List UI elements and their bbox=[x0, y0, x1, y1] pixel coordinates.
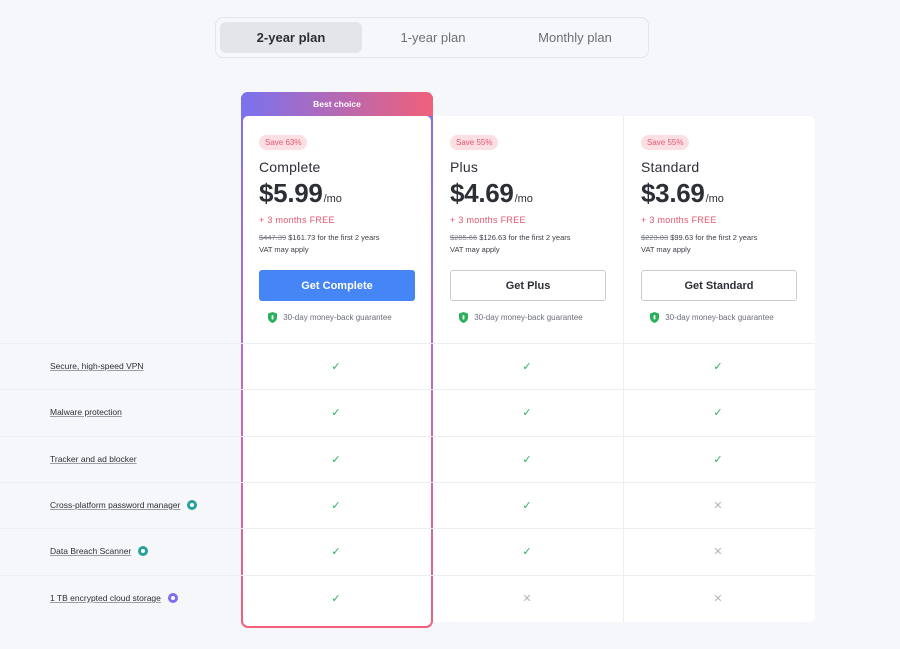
billing-text: $99.63 for the first 2 years bbox=[668, 233, 758, 242]
money-back-guarantee: 30-day money-back guarantee bbox=[247, 312, 413, 323]
vat-note: VAT may apply bbox=[641, 245, 691, 254]
check-icon: ✓ bbox=[331, 499, 341, 512]
vat-note: VAT may apply bbox=[259, 245, 309, 254]
original-price: $447.39 bbox=[259, 233, 287, 242]
tab-2-year-plan[interactable]: 2-year plan bbox=[220, 22, 362, 53]
feature-row: Tracker and ad blocker bbox=[50, 451, 137, 467]
row-divider bbox=[0, 482, 815, 483]
plan-name: Plus bbox=[450, 159, 479, 175]
check-icon: ✓ bbox=[713, 406, 723, 419]
plan-name: Complete bbox=[259, 159, 321, 175]
cross-icon: ✕ bbox=[522, 592, 532, 605]
get-standard-button[interactable]: Get Standard bbox=[641, 270, 797, 301]
row-divider bbox=[0, 528, 815, 529]
save-badge: Save 55% bbox=[450, 135, 499, 150]
best-choice-badge: Best choice bbox=[241, 92, 433, 116]
billing-info: $285.66 $126.63 for the first 2 years bbox=[450, 233, 623, 242]
feature-label[interactable]: Malware protection bbox=[50, 407, 122, 417]
tab-1-year-plan[interactable]: 1-year plan bbox=[362, 22, 504, 53]
check-icon: ✓ bbox=[331, 592, 341, 605]
guarantee-text: 30-day money-back guarantee bbox=[474, 313, 583, 322]
plan-price: $5.99 /mo bbox=[259, 178, 432, 209]
feature-label[interactable]: Secure, high-speed VPN bbox=[50, 361, 144, 371]
shield-icon bbox=[650, 312, 660, 323]
price-period: /mo bbox=[514, 193, 533, 205]
money-back-guarantee: 30-day money-back guarantee bbox=[629, 312, 795, 323]
get-plus-button[interactable]: Get Plus bbox=[450, 270, 606, 301]
check-icon: ✓ bbox=[331, 360, 341, 373]
price-amount: $3.69 bbox=[641, 178, 705, 208]
original-price: $223.83 bbox=[641, 233, 669, 242]
check-icon: ✓ bbox=[331, 545, 341, 558]
feature-row: 1 TB encrypted cloud storage bbox=[50, 590, 178, 606]
shield-icon bbox=[459, 312, 469, 323]
feature-label[interactable]: Data Breach Scanner bbox=[50, 546, 131, 556]
check-icon: ✓ bbox=[522, 453, 532, 466]
teal-app-icon bbox=[138, 546, 149, 556]
guarantee-text: 30-day money-back guarantee bbox=[665, 313, 774, 322]
plan-name: Standard bbox=[641, 159, 700, 175]
billing-info: $447.39 $161.73 for the first 2 years bbox=[259, 233, 432, 242]
billing-info: $223.83 $99.63 for the first 2 years bbox=[641, 233, 814, 242]
feature-row: Cross-platform password manager bbox=[50, 497, 198, 513]
tab-monthly-plan[interactable]: Monthly plan bbox=[504, 22, 646, 53]
bonus-months: + 3 months FREE bbox=[259, 215, 335, 225]
feature-label[interactable]: Tracker and ad blocker bbox=[50, 454, 137, 464]
feature-label[interactable]: Cross-platform password manager bbox=[50, 500, 180, 510]
check-icon: ✓ bbox=[713, 360, 723, 373]
check-icon: ✓ bbox=[522, 360, 532, 373]
price-amount: $5.99 bbox=[259, 178, 323, 208]
money-back-guarantee: 30-day money-back guarantee bbox=[438, 312, 604, 323]
pricing-page: 2-year plan 1-year plan Monthly plan Bes… bbox=[0, 0, 900, 649]
price-amount: $4.69 bbox=[450, 178, 514, 208]
feature-row: Data Breach Scanner bbox=[50, 543, 149, 559]
row-divider bbox=[0, 343, 815, 344]
check-icon: ✓ bbox=[522, 406, 532, 419]
save-badge: Save 63% bbox=[259, 135, 308, 150]
row-divider bbox=[0, 575, 815, 576]
cross-icon: ✕ bbox=[713, 545, 723, 558]
check-icon: ✓ bbox=[713, 453, 723, 466]
row-divider bbox=[0, 389, 815, 390]
feature-row: Malware protection bbox=[50, 404, 122, 420]
check-icon: ✓ bbox=[331, 453, 341, 466]
bonus-months: + 3 months FREE bbox=[641, 215, 717, 225]
teal-app-icon bbox=[187, 500, 198, 510]
shield-icon bbox=[268, 312, 278, 323]
plan-complete: Save 63% Complete $5.99 /mo + 3 months F… bbox=[241, 132, 432, 323]
get-complete-button[interactable]: Get Complete bbox=[259, 270, 415, 301]
billing-text: $126.63 for the first 2 years bbox=[477, 233, 571, 242]
cross-icon: ✕ bbox=[713, 499, 723, 512]
plan-price: $3.69 /mo bbox=[641, 178, 814, 209]
plan-price: $4.69 /mo bbox=[450, 178, 623, 209]
original-price: $285.66 bbox=[450, 233, 478, 242]
check-icon: ✓ bbox=[522, 545, 532, 558]
save-badge: Save 55% bbox=[641, 135, 690, 150]
plan-plus: Save 55% Plus $4.69 /mo + 3 months FREE … bbox=[432, 132, 623, 323]
feature-label[interactable]: 1 TB encrypted cloud storage bbox=[50, 593, 161, 603]
cross-icon: ✕ bbox=[713, 592, 723, 605]
price-period: /mo bbox=[323, 193, 342, 205]
plan-standard: Save 55% Standard $3.69 /mo + 3 months F… bbox=[623, 132, 814, 323]
row-divider bbox=[0, 436, 815, 437]
price-period: /mo bbox=[705, 193, 724, 205]
check-icon: ✓ bbox=[522, 499, 532, 512]
billing-period-tabs: 2-year plan 1-year plan Monthly plan bbox=[215, 17, 649, 58]
billing-text: $161.73 for the first 2 years bbox=[286, 233, 380, 242]
feature-row: Secure, high-speed VPN bbox=[50, 358, 144, 374]
vat-note: VAT may apply bbox=[450, 245, 500, 254]
purple-app-icon bbox=[167, 593, 178, 603]
bonus-months: + 3 months FREE bbox=[450, 215, 526, 225]
check-icon: ✓ bbox=[331, 406, 341, 419]
guarantee-text: 30-day money-back guarantee bbox=[283, 313, 392, 322]
